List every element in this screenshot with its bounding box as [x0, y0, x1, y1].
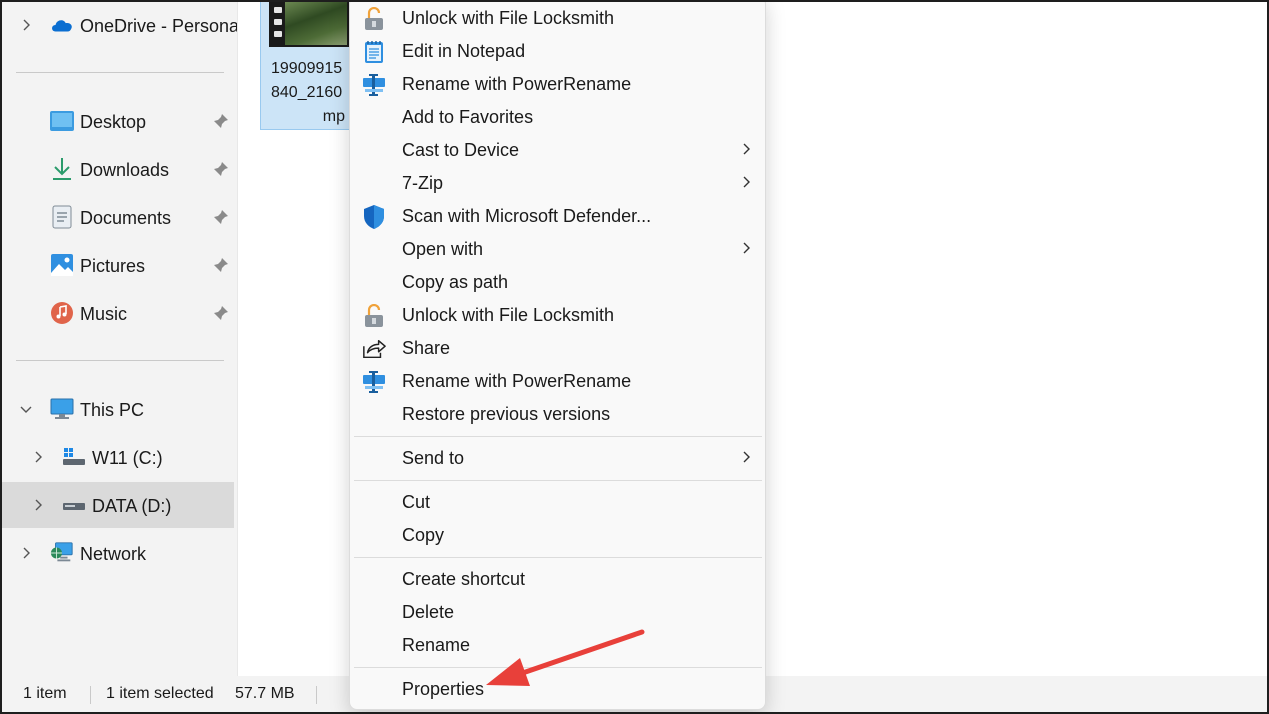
sidebar-item-label: Desktop: [80, 112, 147, 132]
menu-item-send-to[interactable]: Send to: [354, 442, 762, 475]
menu-item-cast-to-device[interactable]: Cast to Device: [354, 134, 762, 167]
drive-icon: [62, 493, 86, 517]
menu-separator: [354, 480, 762, 481]
menu-item-restore-previous-versions[interactable]: Restore previous versions: [354, 398, 762, 431]
menu-item-edit-in-notepad[interactable]: Edit in Notepad: [354, 35, 762, 68]
sidebar-item-label: W11 (C:): [92, 448, 163, 468]
powerrename-icon: [362, 370, 386, 394]
sidebar-item-music[interactable]: Music: [2, 290, 234, 336]
sidebar-item-label: This PC: [80, 400, 145, 420]
menu-item-scan-with-defender[interactable]: Scan with Microsoft Defender...: [354, 200, 762, 233]
menu-item-rename-with-powerrename[interactable]: Rename with PowerRename: [354, 68, 762, 101]
navigation-pane: OneDrive - Persona Desktop Downloads Doc…: [2, 0, 238, 676]
sidebar-item-downloads[interactable]: Downloads: [2, 146, 234, 192]
sidebar-item-drive-c[interactable]: W11 (C:): [2, 434, 234, 480]
pin-icon[interactable]: [212, 112, 230, 130]
sidebar-item-label: Documents: [80, 208, 172, 228]
menu-item-open-with[interactable]: Open with: [354, 233, 762, 266]
chevron-right-icon: [740, 450, 752, 464]
chevron-right-icon[interactable]: [30, 497, 46, 513]
sidebar-item-label: Pictures: [80, 256, 146, 276]
menu-item-add-to-favorites[interactable]: Add to Favorites: [354, 101, 762, 134]
status-separator: [316, 686, 317, 704]
notepad-icon: [362, 40, 386, 64]
chevron-right-icon[interactable]: [30, 449, 46, 465]
item-count: 1 item: [23, 685, 67, 702]
sidebar-item-onedrive[interactable]: OneDrive - Persona: [2, 2, 237, 48]
menu-separator: [354, 436, 762, 437]
download-icon: [50, 157, 74, 181]
sidebar-item-documents[interactable]: Documents: [2, 194, 234, 240]
sidebar-item-pictures[interactable]: Pictures: [2, 242, 234, 288]
menu-item-create-shortcut[interactable]: Create shortcut: [354, 563, 762, 596]
menu-item-unlock-file-locksmith-2[interactable]: Unlock with File Locksmith: [354, 299, 762, 332]
menu-item-share[interactable]: Share: [354, 332, 762, 365]
sidebar-divider: [16, 72, 224, 73]
document-icon: [50, 205, 74, 229]
powerrename-icon: [362, 73, 386, 97]
desktop-icon: [50, 109, 74, 133]
video-thumbnail: [269, 1, 349, 47]
sidebar-item-network[interactable]: Network: [2, 530, 234, 576]
pin-icon[interactable]: [212, 208, 230, 226]
sidebar-item-drive-d[interactable]: DATA (D:): [2, 482, 234, 528]
menu-item-unlock-file-locksmith[interactable]: Unlock with File Locksmith: [354, 2, 762, 35]
selection-size: 57.7 MB: [235, 685, 295, 702]
menu-item-copy[interactable]: Copy: [354, 519, 762, 552]
sidebar-item-label: OneDrive - Persona: [80, 16, 238, 36]
network-icon: [50, 541, 74, 565]
monitor-icon: [50, 397, 74, 421]
sidebar-item-desktop[interactable]: Desktop: [2, 98, 234, 144]
pin-icon[interactable]: [212, 256, 230, 274]
unlock-icon: [362, 304, 386, 328]
menu-item-cut[interactable]: Cut: [354, 486, 762, 519]
chevron-right-icon: [740, 241, 752, 255]
sidebar-item-label: Network: [80, 544, 147, 564]
defender-shield-icon: [362, 205, 386, 229]
sidebar-item-label: Music: [80, 304, 128, 324]
menu-item-7-zip[interactable]: 7-Zip: [354, 167, 762, 200]
unlock-icon: [362, 7, 386, 31]
chevron-right-icon: [740, 175, 752, 189]
annotation-arrow: [486, 629, 645, 686]
sidebar-item-label: Downloads: [80, 160, 170, 180]
chevron-right-icon: [740, 142, 752, 156]
chevron-right-icon[interactable]: [18, 545, 34, 561]
sidebar-item-label: DATA (D:): [92, 496, 172, 516]
chevron-right-icon[interactable]: [18, 17, 34, 33]
cloud-icon: [50, 13, 74, 37]
menu-separator: [354, 557, 762, 558]
pictures-icon: [50, 253, 74, 277]
context-menu: Unlock with File Locksmith Edit in Notep…: [349, 0, 766, 710]
sidebar-item-this-pc[interactable]: This PC: [2, 386, 234, 432]
menu-item-rename-with-powerrename-2[interactable]: Rename with PowerRename: [354, 365, 762, 398]
file-tile-selected[interactable]: 19909915 840_2160 mp: [260, 0, 352, 130]
music-icon: [50, 301, 74, 325]
status-separator: [90, 686, 91, 704]
pin-icon[interactable]: [212, 304, 230, 322]
selection-count: 1 item selected: [106, 685, 214, 702]
file-name: 19909915 840_2160 mp: [271, 60, 345, 125]
share-icon: [362, 337, 386, 361]
menu-item-copy-as-path[interactable]: Copy as path: [354, 266, 762, 299]
chevron-down-icon[interactable]: [18, 401, 34, 417]
system-drive-icon: [62, 445, 86, 469]
sidebar-divider: [16, 360, 224, 361]
pin-icon[interactable]: [212, 160, 230, 178]
